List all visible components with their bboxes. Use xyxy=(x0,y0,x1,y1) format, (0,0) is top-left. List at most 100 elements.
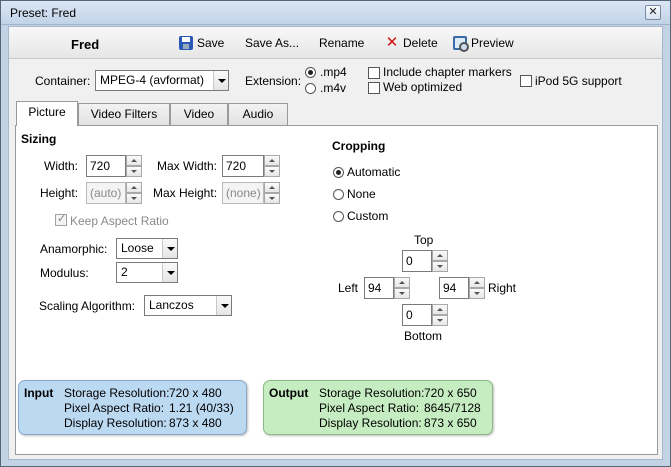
crop-custom-radio[interactable] xyxy=(333,211,344,222)
crop-custom-label: Custom xyxy=(347,209,389,223)
height-input[interactable]: (auto) xyxy=(86,182,142,204)
max-width-value: 720 xyxy=(226,159,247,173)
web-optimized-checkbox[interactable] xyxy=(368,82,380,94)
input-display-value: 873 x 480 xyxy=(169,416,222,430)
tab-video[interactable]: Video xyxy=(170,103,228,125)
crop-automatic-radio[interactable] xyxy=(333,167,344,178)
delete-button-label: Delete xyxy=(403,36,438,50)
crop-bottom-label: Bottom xyxy=(404,329,443,343)
preview-button[interactable]: Preview xyxy=(453,36,514,52)
max-height-value: (none) xyxy=(226,186,261,200)
keep-aspect-checkbox[interactable] xyxy=(55,212,67,226)
input-par-value: 1.21 (40/33) xyxy=(169,401,234,415)
crop-bottom-stepper[interactable] xyxy=(432,304,448,326)
toolbar: Fred Save Save As... Rename ✕ Delete Pre… xyxy=(9,27,662,59)
modulus-label: Modulus: xyxy=(40,266,89,280)
crop-right-input[interactable]: 94 xyxy=(439,277,485,299)
crop-top-label: Top xyxy=(414,233,434,247)
tab-audio-label: Audio xyxy=(242,107,274,121)
preset-window: Preset: Fred ✕ Fred Save Save As... Rena… xyxy=(0,0,671,467)
max-width-stepper[interactable] xyxy=(264,155,280,177)
delete-x-icon: ✕ xyxy=(385,34,399,51)
input-storage-value: 720 x 480 xyxy=(169,386,222,400)
close-button[interactable]: ✕ xyxy=(645,5,661,20)
height-label: Height: xyxy=(40,186,79,200)
picture-panel: Sizing Width: 720 Max Width: 720 Height:… xyxy=(15,125,658,455)
crop-right-stepper[interactable] xyxy=(469,277,485,299)
anamorphic-value: Loose xyxy=(121,241,154,255)
ipod-checkbox[interactable] xyxy=(520,75,532,87)
crop-left-label: Left xyxy=(338,281,359,295)
crop-top-input[interactable]: 0 xyxy=(402,250,448,272)
chevron-down-icon xyxy=(162,263,177,282)
chapter-markers-checkbox[interactable] xyxy=(368,67,380,79)
sizing-title: Sizing xyxy=(21,132,57,146)
width-value: 720 xyxy=(90,159,111,173)
crop-bottom-input[interactable]: 0 xyxy=(402,304,448,326)
chapter-markers-label: Include chapter markers xyxy=(383,65,512,79)
preset-name: Fred xyxy=(71,37,100,52)
magnifier-icon xyxy=(453,36,469,52)
extension-label: Extension: xyxy=(245,74,302,88)
floppy-disk-icon xyxy=(179,36,193,50)
max-width-input[interactable]: 720 xyxy=(222,155,280,177)
input-info-box: Input Storage Resolution: 720 x 480 Pixe… xyxy=(18,380,247,435)
max-height-label: Max Height: xyxy=(153,186,218,200)
tab-video-filters[interactable]: Video Filters xyxy=(78,103,170,125)
output-info-title: Output xyxy=(269,386,309,400)
chevron-down-icon xyxy=(162,239,177,258)
width-input[interactable]: 720 xyxy=(86,155,142,177)
web-optimized-label: Web optimized xyxy=(383,80,463,94)
save-as-button[interactable]: Save As... xyxy=(245,36,299,50)
output-storage-value: 720 x 650 xyxy=(424,386,477,400)
max-width-label: Max Width: xyxy=(157,159,218,173)
ext-m4v-radio[interactable] xyxy=(305,83,316,94)
crop-left-input[interactable]: 94 xyxy=(364,277,410,299)
output-par-label: Pixel Aspect Ratio: xyxy=(319,401,420,415)
scaling-label: Scaling Algorithm: xyxy=(39,299,136,313)
output-par-value: 8645/7128 xyxy=(424,401,481,415)
tab-video-filters-label: Video Filters xyxy=(90,107,158,121)
width-stepper[interactable] xyxy=(126,155,142,177)
crop-top-value: 0 xyxy=(406,254,413,268)
container-select-value: MPEG-4 (avformat) xyxy=(100,73,205,87)
crop-automatic-label: Automatic xyxy=(347,165,401,179)
ipod-label: iPod 5G support xyxy=(535,74,622,88)
tab-audio[interactable]: Audio xyxy=(228,103,288,125)
tab-picture-label: Picture xyxy=(28,105,66,119)
input-info-title: Input xyxy=(24,386,54,400)
max-height-stepper[interactable] xyxy=(264,182,280,204)
client-area: Fred Save Save As... Rename ✕ Delete Pre… xyxy=(8,26,663,460)
save-button[interactable]: Save xyxy=(179,36,224,50)
output-display-value: 873 x 650 xyxy=(424,416,477,430)
container-select[interactable]: MPEG-4 (avformat) xyxy=(95,70,229,91)
input-storage-label: Storage Resolution: xyxy=(64,386,170,400)
crop-top-stepper[interactable] xyxy=(432,250,448,272)
output-storage-label: Storage Resolution: xyxy=(319,386,425,400)
chevron-down-icon xyxy=(213,71,228,90)
output-display-label: Display Resolution: xyxy=(319,416,422,430)
crop-bottom-value: 0 xyxy=(406,308,413,322)
width-label: Width: xyxy=(44,159,79,173)
preview-button-label: Preview xyxy=(471,36,514,50)
container-label: Container: xyxy=(35,74,91,88)
height-value: (auto) xyxy=(90,186,122,200)
crop-right-value: 94 xyxy=(443,281,457,295)
crop-none-radio[interactable] xyxy=(333,189,344,200)
modulus-select[interactable]: 2 xyxy=(116,262,178,283)
rename-button[interactable]: Rename xyxy=(319,36,364,50)
max-height-input[interactable]: (none) xyxy=(222,182,280,204)
height-stepper[interactable] xyxy=(126,182,142,204)
save-as-button-label: Save As... xyxy=(245,36,300,50)
anamorphic-select[interactable]: Loose xyxy=(116,238,178,259)
crop-none-label: None xyxy=(347,187,376,201)
crop-right-label: Right xyxy=(488,281,517,295)
delete-button[interactable]: ✕ Delete xyxy=(385,34,438,51)
crop-left-stepper[interactable] xyxy=(394,277,410,299)
scaling-select[interactable]: Lanczos xyxy=(144,295,232,316)
title-bar[interactable]: Preset: Fred ✕ xyxy=(1,1,670,25)
ext-mp4-radio[interactable] xyxy=(305,67,316,78)
cropping-title: Cropping xyxy=(332,139,386,153)
tab-picture[interactable]: Picture xyxy=(16,101,78,126)
rename-button-label: Rename xyxy=(319,36,365,50)
